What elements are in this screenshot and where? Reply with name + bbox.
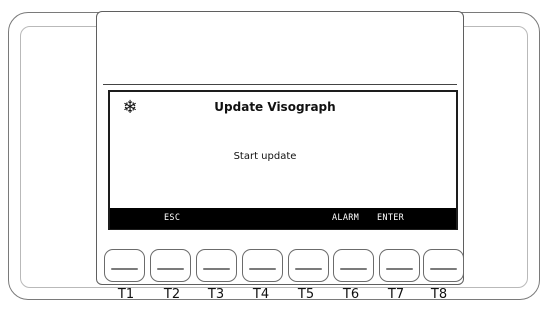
button-label-t6: T6 <box>342 287 360 302</box>
button-t7[interactable] <box>379 249 420 282</box>
button-label-t2: T2 <box>163 287 181 302</box>
button-slot <box>157 268 184 270</box>
button-slot <box>111 268 138 270</box>
button-slot <box>295 268 322 270</box>
button-label-t4: T4 <box>252 287 270 302</box>
button-label-t1: T1 <box>117 287 135 302</box>
button-slot <box>203 268 230 270</box>
button-slot <box>386 268 413 270</box>
display-title: Update Visograph <box>214 100 336 114</box>
softkey-enter: ENTER <box>377 213 405 223</box>
button-label-t3: T3 <box>207 287 225 302</box>
button-label-t5: T5 <box>297 287 315 302</box>
button-t6[interactable] <box>333 249 374 282</box>
button-slot <box>249 268 276 270</box>
button-t4[interactable] <box>242 249 283 282</box>
softkey-alarm: ALARM <box>332 213 360 223</box>
button-label-t7: T7 <box>387 287 405 302</box>
panel-divider <box>103 84 457 85</box>
snowflake-icon: ❄ <box>122 97 138 118</box>
button-t3[interactable] <box>196 249 237 282</box>
button-slot <box>340 268 367 270</box>
button-t2[interactable] <box>150 249 191 282</box>
softkey-esc: ESC <box>164 213 181 223</box>
button-t8[interactable] <box>423 249 464 282</box>
button-t5[interactable] <box>288 249 329 282</box>
button-label-t8: T8 <box>430 287 448 302</box>
button-slot <box>430 268 457 270</box>
button-t1[interactable] <box>104 249 145 282</box>
display-message: Start update <box>233 151 297 162</box>
